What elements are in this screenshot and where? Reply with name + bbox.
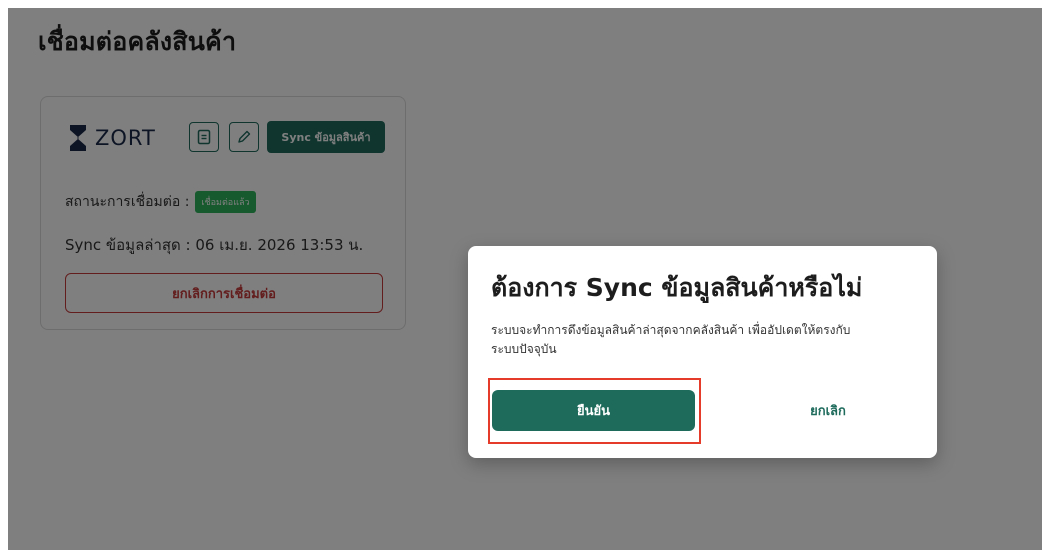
dialog-description-line1: ระบบจะทำการดึงข้อมูลสินค้าล่าสุดจากคลังส… <box>491 323 851 337</box>
dialog-description-line2: ระบบปัจจุบัน <box>491 342 557 356</box>
dialog-description: ระบบจะทำการดึงข้อมูลสินค้าล่าสุดจากคลังส… <box>491 321 911 359</box>
sync-confirm-dialog: ต้องการ Sync ข้อมูลสินค้าหรือไม่ ระบบจะท… <box>468 246 937 458</box>
top-border-strip <box>0 0 1042 8</box>
left-border-strip <box>0 0 8 550</box>
cancel-button[interactable]: ยกเลิก <box>768 390 888 431</box>
dialog-title: ต้องการ Sync ข้อมูลสินค้าหรือไม่ <box>491 273 863 302</box>
confirm-button[interactable]: ยืนยัน <box>492 390 695 431</box>
